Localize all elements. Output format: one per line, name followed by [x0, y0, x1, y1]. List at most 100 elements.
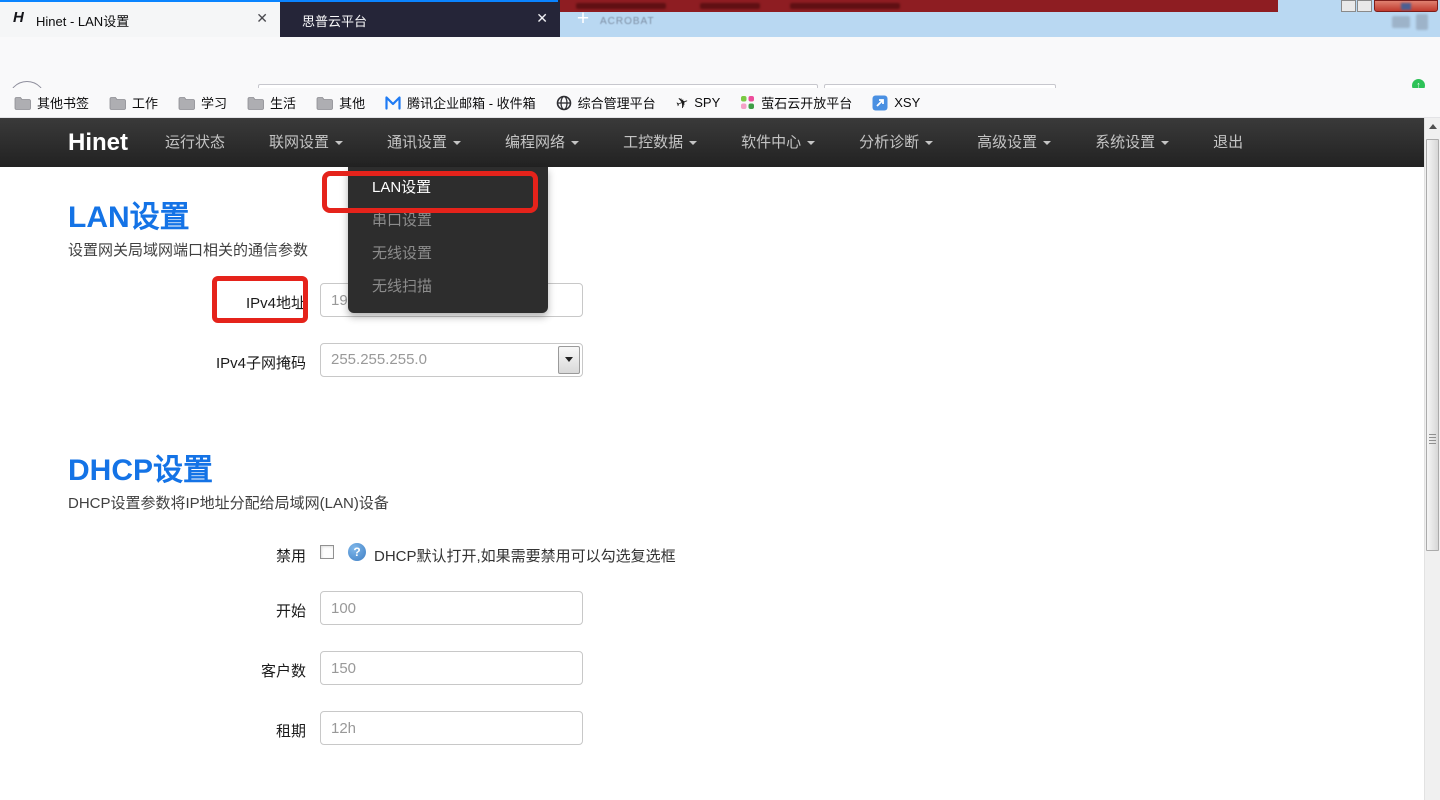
bookmark-label: 生活 — [270, 93, 296, 112]
netmask-combobox[interactable]: 255.255.255.0 — [320, 343, 583, 377]
nav-item-software-center[interactable]: 软件中心 — [719, 118, 837, 167]
bookmark-label: SPY — [694, 95, 720, 110]
folder-icon — [178, 96, 195, 110]
nav-label: 分析诊断 — [859, 134, 919, 151]
folder-icon — [247, 96, 264, 110]
plane-icon: ✈ — [673, 92, 691, 113]
bookmark-label: 学习 — [201, 93, 227, 112]
netmask-value: 255.255.255.0 — [331, 351, 427, 368]
dropdown-item-wireless-settings[interactable]: 无线设置 — [348, 237, 548, 270]
chevron-down-icon — [807, 141, 815, 145]
folder-icon — [109, 96, 126, 110]
dhcp-start-input[interactable] — [320, 591, 583, 625]
background-window-artifact — [700, 3, 760, 9]
annotation-box-lan-settings — [322, 171, 538, 213]
nav-label: 高级设置 — [977, 134, 1037, 151]
nav-item-programming-network[interactable]: 编程网络 — [483, 118, 601, 167]
globe-icon — [556, 95, 572, 111]
nav-label: 工控数据 — [623, 134, 683, 151]
bookmark-tencent-mail[interactable]: 腾讯企业邮箱 - 收件箱 — [385, 93, 536, 112]
maximize-button[interactable] — [1357, 0, 1372, 12]
nav-item-system-settings[interactable]: 系统设置 — [1073, 118, 1191, 167]
nav-item-network-settings[interactable]: 联网设置 — [247, 118, 365, 167]
page-scrollbar[interactable] — [1424, 118, 1440, 800]
hinet-favicon-icon: H — [13, 9, 31, 27]
chevron-down-icon — [1161, 141, 1169, 145]
nav-label: 软件中心 — [741, 134, 801, 151]
bookmark-spy[interactable]: ✈ SPY — [676, 94, 721, 112]
tab-hinet-lan[interactable]: H Hinet - LAN设置 ✕ — [0, 0, 280, 37]
dropdown-item-wireless-scan[interactable]: 无线扫描 — [348, 270, 548, 303]
chevron-down-icon — [335, 141, 343, 145]
nav-menu: 运行状态 联网设置 通讯设置 编程网络 工控数据 软件中心 分析诊断 高级设置 … — [143, 118, 1265, 167]
nav-label: 编程网络 — [505, 134, 565, 151]
chevron-down-icon — [571, 141, 579, 145]
tab-sipu-cloud[interactable]: 思普云平台 ✕ — [280, 0, 560, 37]
nav-item-industrial-data[interactable]: 工控数据 — [601, 118, 719, 167]
background-window-label: ACROBAT — [600, 16, 655, 27]
dhcp-section-title: DHCP设置 — [68, 445, 213, 489]
bookmark-folder-other-bookmarks[interactable]: 其他书签 — [14, 93, 89, 112]
chevron-down-icon — [925, 141, 933, 145]
nav-label: 系统设置 — [1095, 134, 1155, 151]
xsy-icon — [872, 95, 888, 111]
chevron-down-icon — [1043, 141, 1051, 145]
bookmark-label: 萤石云开放平台 — [761, 93, 852, 112]
scrollbar-thumb[interactable] — [1426, 139, 1439, 551]
nav-label: 通讯设置 — [387, 134, 447, 151]
nav-label: 运行状态 — [165, 134, 225, 151]
browser-toolbar: ← → ↻ ⌂ 192.168.9.99/cgi-bin/luci/;stok=… — [0, 37, 1440, 88]
chevron-down-icon — [689, 141, 697, 145]
bookmark-folder-work[interactable]: 工作 — [109, 93, 158, 112]
bookmark-folder-misc[interactable]: 其他 — [316, 93, 365, 112]
page-content: LAN设置 设置网关局域网端口相关的通信参数 IPv4地址 IPv4子网掩码 2… — [0, 167, 1424, 800]
chevron-down-icon — [453, 141, 461, 145]
dhcp-clients-input[interactable] — [320, 651, 583, 685]
nav-item-logout[interactable]: 退出 — [1191, 118, 1265, 167]
nav-item-comm-settings[interactable]: 通讯设置 — [365, 118, 483, 167]
screen: ACROBAT H Hinet - LAN设置 ✕ 思普云平台 ✕ + ← → … — [0, 0, 1440, 800]
brand-logo[interactable]: Hinet — [68, 118, 128, 167]
bookmark-mgmt-platform[interactable]: 综合管理平台 — [556, 93, 656, 112]
netmask-label: IPv4子网掩码 — [60, 352, 306, 373]
background-window-titlebar — [560, 0, 1278, 12]
folder-icon — [14, 96, 31, 110]
triangle-up-icon — [1429, 124, 1437, 129]
bookmark-xsy[interactable]: XSY — [872, 95, 920, 111]
tab-close-icon[interactable]: ✕ — [536, 9, 548, 27]
scrollbar-grip — [1429, 434, 1436, 446]
bookmarks-bar: 其他书签 工作 学习 生活 其他 腾讯企业邮箱 - 收件箱 综合管理平台 ✈ S — [0, 88, 1440, 118]
chevron-down-icon — [565, 357, 573, 362]
dhcp-lease-input[interactable] — [320, 711, 583, 745]
dhcp-disable-hint: DHCP默认打开,如果需要禁用可以勾选复选框 — [374, 545, 676, 566]
bookmark-folder-life[interactable]: 生活 — [247, 93, 296, 112]
tab-close-icon[interactable]: ✕ — [256, 9, 268, 27]
bookmark-label: 其他 — [339, 93, 365, 112]
lan-section-subtitle: 设置网关局域网端口相关的通信参数 — [68, 239, 308, 260]
new-tab-button[interactable]: + — [570, 6, 596, 32]
annotation-box-ipv4-label — [212, 276, 308, 323]
dhcp-lease-label: 租期 — [60, 720, 306, 741]
nav-item-analysis-diagnosis[interactable]: 分析诊断 — [837, 118, 955, 167]
nav-item-running-status[interactable]: 运行状态 — [143, 118, 247, 167]
ezviz-icon — [740, 95, 755, 110]
bookmark-folder-study[interactable]: 学习 — [178, 93, 227, 112]
dhcp-disable-label: 禁用 — [60, 545, 306, 566]
minimize-button[interactable] — [1341, 0, 1356, 12]
nav-label: 联网设置 — [269, 134, 329, 151]
nav-item-advanced-settings[interactable]: 高级设置 — [955, 118, 1073, 167]
background-window-artifact — [1392, 16, 1410, 28]
combo-dropdown-button[interactable] — [558, 346, 580, 374]
site-navbar: Hinet 运行状态 联网设置 通讯设置 编程网络 工控数据 软件中心 分析诊断… — [0, 118, 1424, 167]
background-window-artifact — [1416, 14, 1428, 30]
bookmark-ezviz[interactable]: 萤石云开放平台 — [740, 93, 852, 112]
nav-label: 退出 — [1213, 134, 1243, 151]
help-icon: ? — [348, 543, 366, 561]
dhcp-section-subtitle: DHCP设置参数将IP地址分配给局域网(LAN)设备 — [68, 492, 389, 513]
bookmark-label: 综合管理平台 — [578, 93, 656, 112]
dhcp-disable-checkbox[interactable] — [320, 545, 334, 559]
bookmark-label: 其他书签 — [37, 93, 89, 112]
scrollbar-up-button[interactable] — [1425, 118, 1440, 135]
tencent-mail-icon — [385, 96, 401, 110]
close-window-button[interactable] — [1374, 0, 1438, 12]
